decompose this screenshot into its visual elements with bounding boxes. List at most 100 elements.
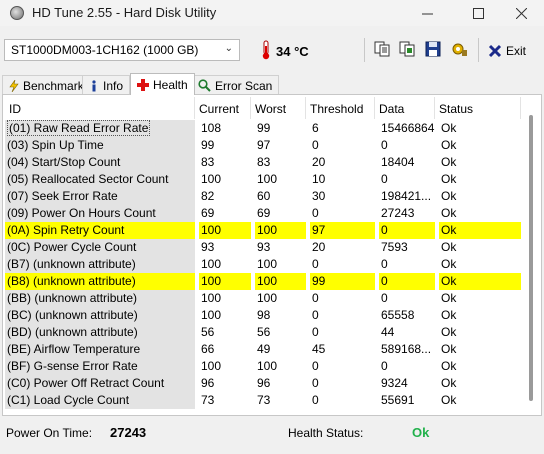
maximize-icon <box>472 7 484 19</box>
cell-id-text: (04) Start/Stop Count <box>7 155 121 169</box>
options-icon[interactable] <box>451 40 469 58</box>
cell-worst: 100 <box>255 290 306 307</box>
cell-status-text: Ok <box>441 257 457 271</box>
exit-button[interactable]: Exit <box>488 42 526 60</box>
close-button[interactable] <box>498 0 544 26</box>
table-row[interactable]: (BE) Airflow Temperature 66 49 45 589168... O… <box>5 341 521 358</box>
table-row[interactable]: (C1) Load Cycle Count 73 73 0 55691 Ok <box>5 392 521 409</box>
cell-worst-text: 100 <box>257 257 278 271</box>
column-header-worst[interactable]: Worst <box>251 97 306 119</box>
cell-worst: 100 <box>255 256 306 273</box>
cell-status: Ok <box>439 375 521 392</box>
cell-data: 0 <box>379 290 435 307</box>
cell-status: Ok <box>439 137 521 154</box>
tab-error-scan[interactable]: Error Scan <box>191 75 280 95</box>
table-row[interactable]: (B8) (unknown attribute) 100 100 99 0 Ok <box>5 273 521 290</box>
cell-threshold-text: 45 <box>312 342 326 356</box>
cell-id: (BD) (unknown attribute) <box>5 324 195 341</box>
cell-worst-text: 100 <box>257 274 278 288</box>
tab-label: Health <box>153 77 188 92</box>
cell-status-text: Ok <box>441 189 457 203</box>
cell-data-text: 0 <box>381 172 388 186</box>
table-row[interactable]: (BC) (unknown attribute) 100 98 0 65558 Ok <box>5 307 521 324</box>
drive-select[interactable]: ST1000DM003-1CH162 (1000 GB) ⌄ <box>4 39 240 61</box>
table-row[interactable]: (04) Start/Stop Count 83 83 20 18404 Ok <box>5 154 521 171</box>
benchmark-icon <box>9 79 19 92</box>
scrollbar-thumb[interactable] <box>529 115 533 401</box>
cell-worst: 98 <box>255 307 306 324</box>
column-header-data[interactable]: Data <box>375 97 435 119</box>
table-row[interactable]: (B7) (unknown attribute) 100 100 0 0 Ok <box>5 256 521 273</box>
cell-worst-text: 83 <box>257 155 271 169</box>
cell-data-text: 0 <box>381 223 388 237</box>
cell-worst: 100 <box>255 222 306 239</box>
cell-id: (BF) G-sense Error Rate <box>5 358 195 375</box>
cell-worst: 93 <box>255 239 306 256</box>
table-row[interactable]: (09) Power On Hours Count 69 69 0 27243 Ok <box>5 205 521 222</box>
table-row[interactable]: (0C) Power Cycle Count 93 93 20 7593 Ok <box>5 239 521 256</box>
cell-threshold: 20 <box>310 154 375 171</box>
copy-screenshot-icon[interactable] <box>398 40 416 58</box>
cell-id-text: (C0) Power Off Retract Count <box>7 376 165 390</box>
table-row[interactable]: (BB) (unknown attribute) 100 100 0 0 Ok <box>5 290 521 307</box>
cell-worst: 69 <box>255 205 306 222</box>
cell-data-text: 0 <box>381 257 388 271</box>
cell-threshold: 45 <box>310 341 375 358</box>
maximize-button[interactable] <box>455 0 501 26</box>
tab-health[interactable]: Health <box>130 73 195 95</box>
cell-current: 100 <box>199 222 251 239</box>
cell-current: 66 <box>199 341 251 358</box>
tab-benchmark[interactable]: Benchmark <box>2 75 91 95</box>
cell-data: 0 <box>379 273 435 290</box>
close-icon <box>515 7 527 19</box>
cell-data: 15466864 <box>379 120 435 137</box>
cell-worst-text: 49 <box>257 342 271 356</box>
column-header-threshold[interactable]: Threshold <box>306 97 375 119</box>
minimize-button[interactable] <box>404 0 450 26</box>
table-row[interactable]: (BD) (unknown attribute) 56 56 0 44 Ok <box>5 324 521 341</box>
cell-id-text: (BB) (unknown attribute) <box>7 291 138 305</box>
cell-current-text: 96 <box>201 376 215 390</box>
table-row[interactable]: (03) Spin Up Time 99 97 0 0 Ok <box>5 137 521 154</box>
cell-data-text: 589168... <box>381 342 432 356</box>
cell-data: 27243 <box>379 205 435 222</box>
vertical-scrollbar[interactable] <box>523 97 540 413</box>
cell-id-text: (B7) (unknown attribute) <box>7 257 136 271</box>
table-row[interactable]: (07) Seek Error Rate 82 60 30 198421... Ok <box>5 188 521 205</box>
column-header-current[interactable]: Current <box>195 97 251 119</box>
cell-threshold-text: 0 <box>312 257 319 271</box>
table-row[interactable]: (0A) Spin Retry Count 100 100 97 0 Ok <box>5 222 521 239</box>
cell-data-text: 9324 <box>381 376 408 390</box>
tab-info[interactable]: Info <box>82 75 131 95</box>
copy-text-icon[interactable] <box>373 40 391 58</box>
save-icon[interactable] <box>424 40 442 58</box>
column-header-id[interactable]: ID <box>5 97 195 119</box>
cell-threshold-text: 97 <box>312 223 326 237</box>
cell-status-text: Ok <box>441 206 457 220</box>
column-header-status[interactable]: Status <box>435 97 521 119</box>
cell-status: Ok <box>439 171 521 188</box>
exit-label: Exit <box>506 44 527 58</box>
cell-threshold-text: 0 <box>312 206 319 220</box>
cell-status-text: Ok <box>441 359 457 373</box>
cell-current: 56 <box>199 324 251 341</box>
cell-threshold: 10 <box>310 171 375 188</box>
cell-status: Ok <box>439 273 521 290</box>
table-row[interactable]: (BF) G-sense Error Rate 100 100 0 0 Ok <box>5 358 521 375</box>
table-row[interactable]: (C0) Power Off Retract Count 96 96 0 9324 Ok <box>5 375 521 392</box>
cell-id: (01) Raw Read Error Rate <box>5 120 195 137</box>
cell-id-text: (B8) (unknown attribute) <box>7 274 136 288</box>
cell-current: 100 <box>199 256 251 273</box>
cell-data-text: 15466864 <box>381 121 435 135</box>
cell-current-text: 93 <box>201 240 215 254</box>
cell-threshold: 0 <box>310 205 375 222</box>
cell-current-text: 99 <box>201 138 215 152</box>
cell-data: 0 <box>379 171 435 188</box>
cell-current: 83 <box>199 154 251 171</box>
cell-id: (C1) Load Cycle Count <box>5 392 195 409</box>
table-row[interactable]: (05) Reallocated Sector Count 100 100 10 0 Ok <box>5 171 521 188</box>
cell-status-text: Ok <box>441 393 457 407</box>
health-panel: ID Current Worst Threshold Data Status (… <box>2 94 542 416</box>
table-row[interactable]: (01) Raw Read Error Rate 108 99 6 15466864 Ok <box>5 120 521 137</box>
cell-status: Ok <box>439 188 521 205</box>
